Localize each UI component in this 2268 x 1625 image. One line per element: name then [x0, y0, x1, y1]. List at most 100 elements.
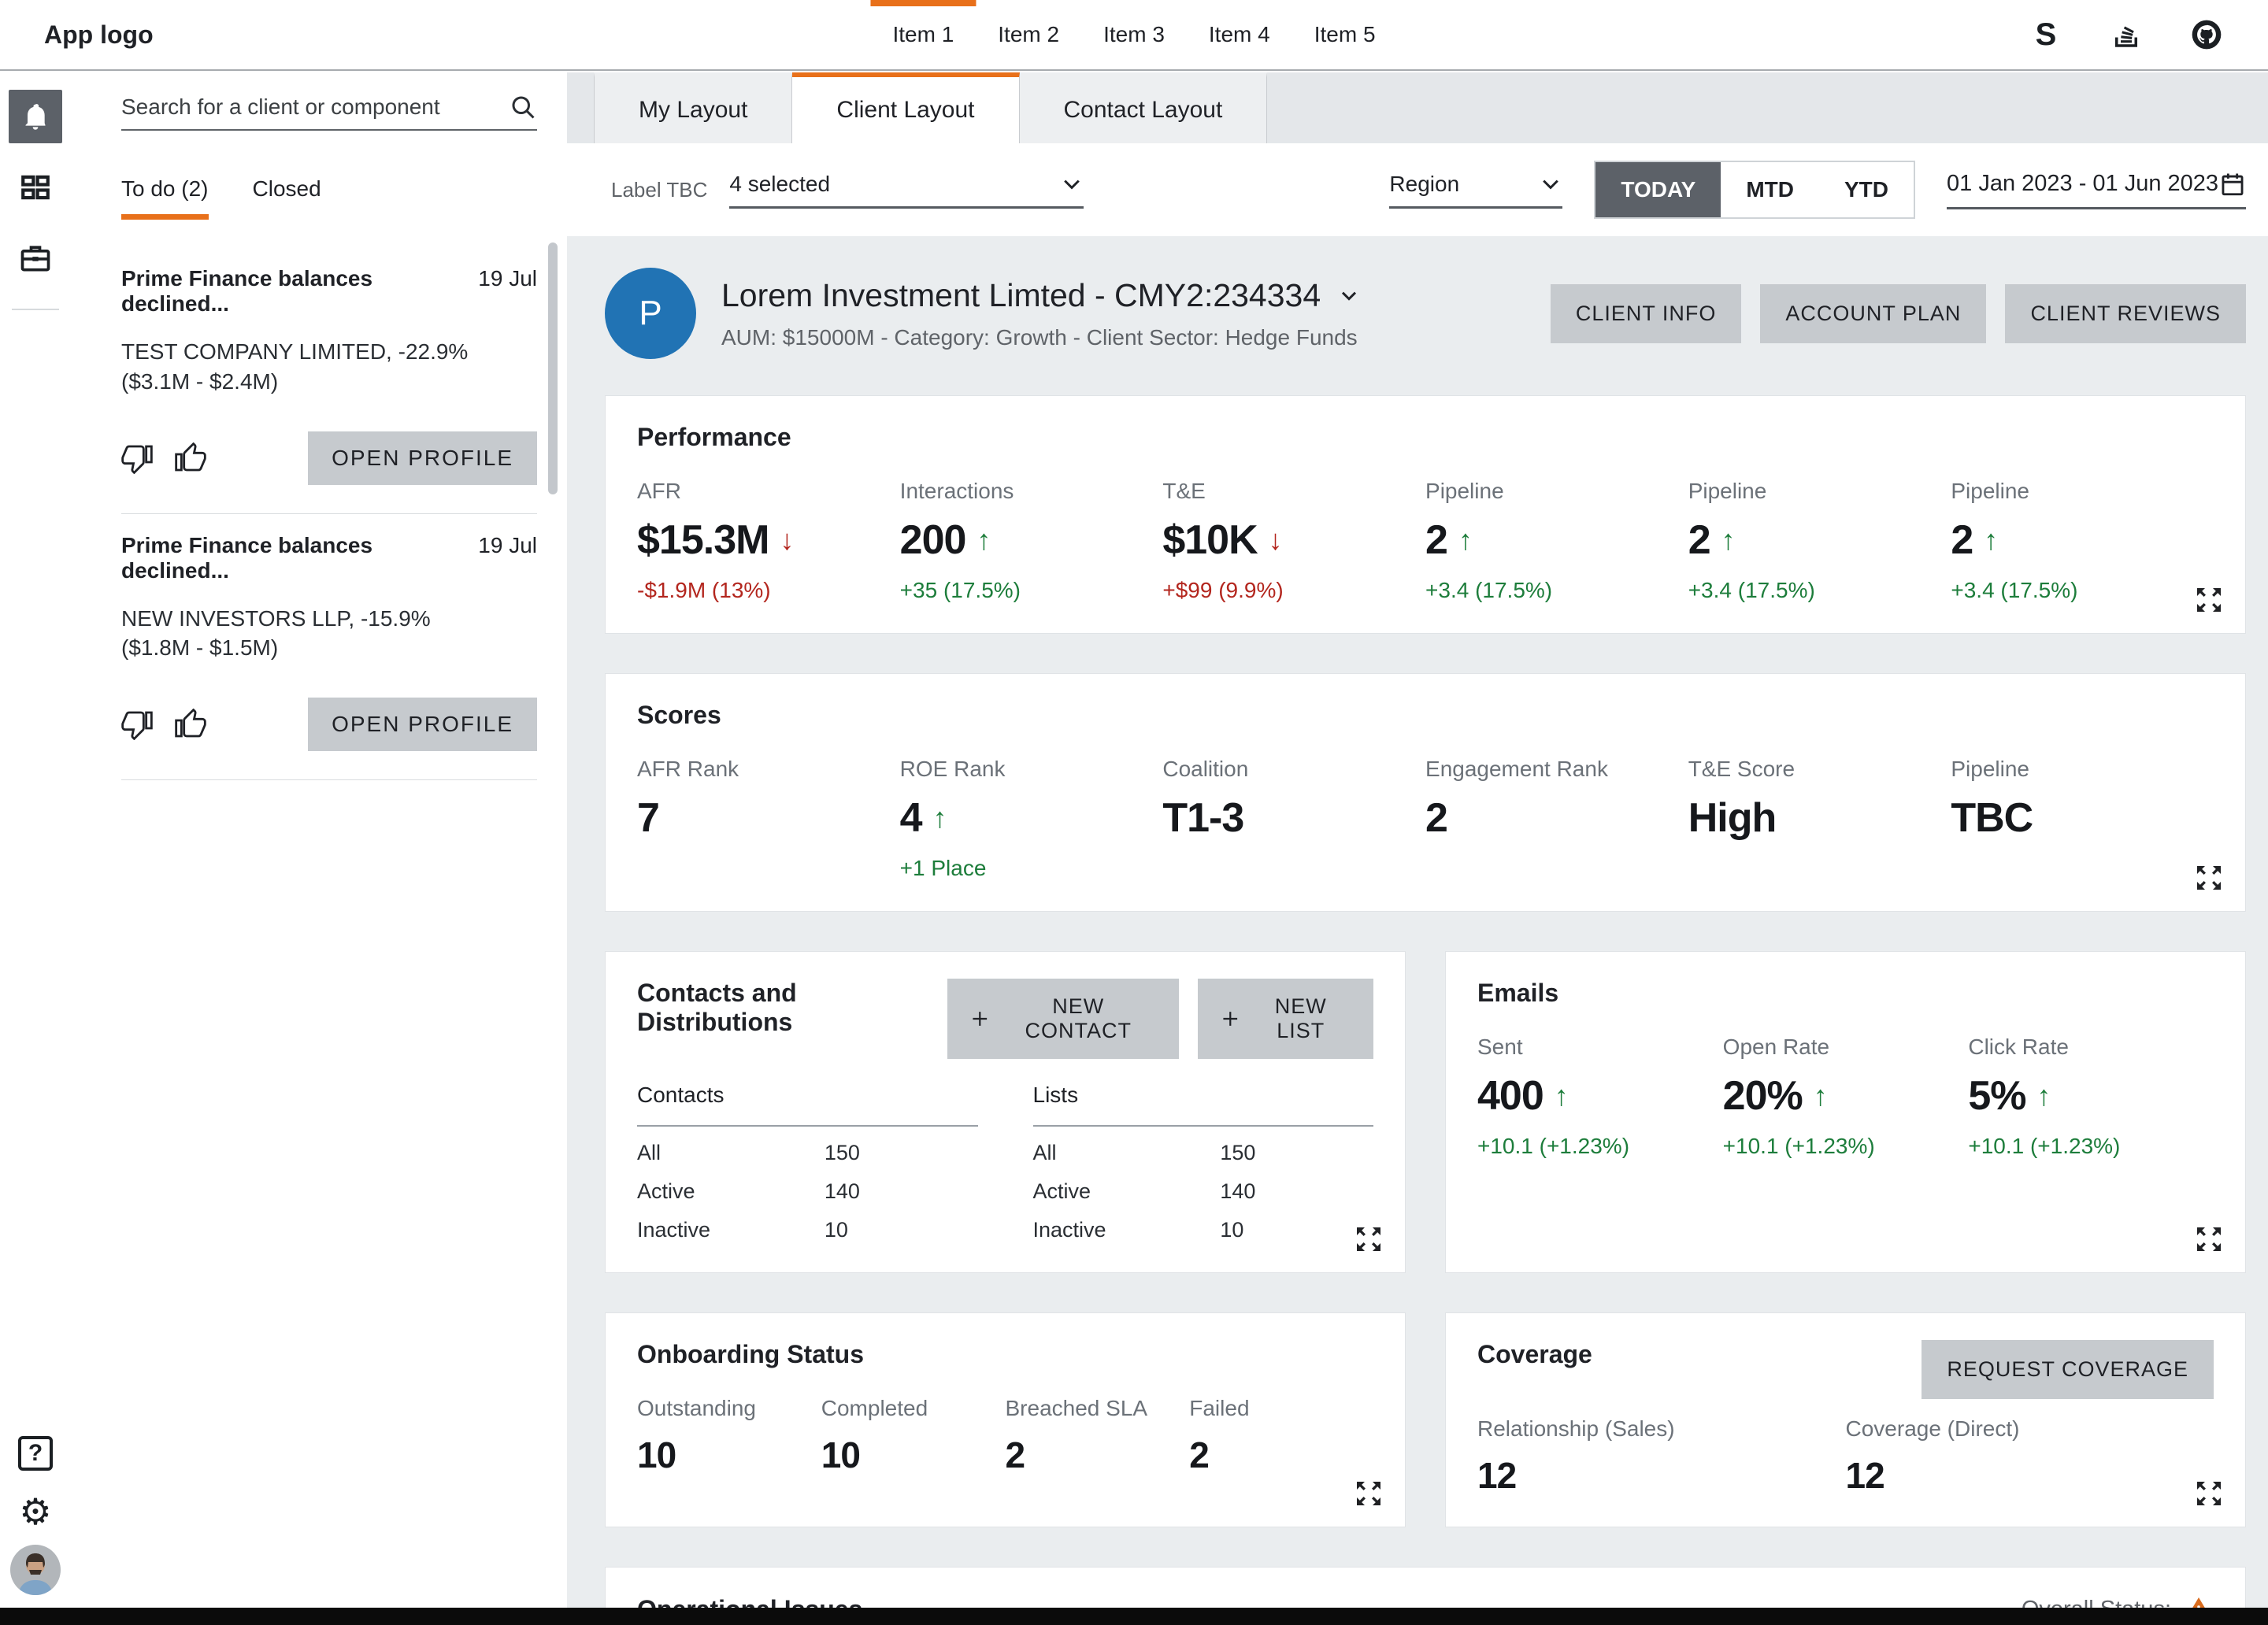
expand-button[interactable]: [1353, 1223, 1384, 1255]
period-ytd[interactable]: YTD: [1819, 162, 1914, 217]
search-icon[interactable]: [509, 93, 537, 121]
new-list-button[interactable]: NEW LIST: [1198, 979, 1373, 1059]
expand-button[interactable]: [1353, 1478, 1384, 1509]
metric-relationship-sales: Relationship (Sales) 12: [1477, 1416, 1846, 1497]
label-multiselect[interactable]: 4 selected: [729, 172, 1084, 209]
metric-coverage-direct: Coverage (Direct) 12: [1846, 1416, 2214, 1497]
overall-status-label: Overall Status:: [2022, 1597, 2171, 1608]
notifications-rail-button[interactable]: [9, 90, 62, 143]
tab-closed[interactable]: Closed: [253, 176, 321, 220]
metric-te-score: T&E Score High: [1688, 757, 1951, 881]
coverage-card: Coverage REQUEST COVERAGE Relationship (…: [1445, 1312, 2246, 1527]
thumbs-down-button[interactable]: [121, 442, 153, 474]
tab-my-layout[interactable]: My Layout: [594, 72, 792, 143]
settings-button[interactable]: ⚙: [9, 1485, 62, 1538]
open-profile-button[interactable]: OPEN PROFILE: [308, 698, 537, 751]
card-title: Operational Issues: [637, 1595, 862, 1608]
card-title: Scores: [637, 701, 2214, 730]
help-icon: ?: [18, 1436, 53, 1471]
open-profile-button[interactable]: OPEN PROFILE: [308, 431, 537, 485]
notification-date: 19 Jul: [478, 533, 537, 558]
thumbs-down-icon: [121, 709, 153, 740]
request-coverage-button[interactable]: REQUEST COVERAGE: [1922, 1340, 2214, 1399]
nav-item-4[interactable]: Item 4: [1187, 0, 1292, 69]
metric-coalition: Coalition T1-3: [1162, 757, 1425, 881]
thumbs-up-button[interactable]: [175, 442, 206, 474]
stack-overflow-icon[interactable]: [2109, 17, 2144, 52]
metric-afr-rank: AFR Rank 7: [637, 757, 900, 881]
skype-icon[interactable]: S: [2029, 17, 2063, 52]
user-avatar[interactable]: [9, 1543, 62, 1597]
expand-button[interactable]: [2193, 584, 2225, 616]
top-bar: App logo Item 1 Item 2 Item 3 Item 4 Ite…: [0, 0, 2268, 71]
performance-card: Performance AFR $15.3M↓ -$1.9M (13%) Int…: [605, 395, 2246, 634]
tab-todo[interactable]: To do (2): [121, 176, 209, 220]
tab-client-layout[interactable]: Client Layout: [792, 72, 1019, 143]
thumbs-up-button[interactable]: [175, 709, 206, 740]
portfolio-rail-button[interactable]: [9, 231, 62, 285]
metric-interactions: Interactions 200↑ +35 (17.5%): [900, 479, 1163, 603]
rail-bottom: ? ⚙: [0, 1427, 71, 1597]
dashboard: P Lorem Investment Limted - CMY2:234334 …: [567, 236, 2268, 1608]
table-row: Active140: [637, 1179, 978, 1204]
client-reviews-button[interactable]: CLIENT REVIEWS: [2005, 284, 2246, 343]
search-input[interactable]: [121, 94, 509, 120]
layout-tab-bar: My Layout Client Layout Contact Layout: [567, 72, 2268, 143]
metric-te: T&E $10K↓ +$99 (9.9%): [1162, 479, 1425, 603]
trend-up-icon: ↑: [1814, 1079, 1828, 1112]
metric-pipeline-score: Pipeline TBC: [1951, 757, 2214, 881]
search-field: [121, 93, 537, 131]
nav-item-3[interactable]: Item 3: [1081, 0, 1187, 69]
nav-item-2[interactable]: Item 2: [976, 0, 1081, 69]
notification-title: Prime Finance balances declined...: [121, 533, 436, 583]
account-plan-button[interactable]: ACCOUNT PLAN: [1760, 284, 1986, 343]
client-subtitle: AUM: $15000M - Category: Growth - Client…: [721, 325, 1362, 350]
new-contact-button[interactable]: NEW CONTACT: [947, 979, 1179, 1059]
trend-up-icon: ↑: [1555, 1079, 1569, 1112]
metric-breached-sla: Breached SLA 2: [1006, 1396, 1190, 1476]
filter-bar: Label TBC 4 selected Region TODAY MTD YT…: [567, 143, 2268, 236]
grid-icon: [19, 171, 52, 204]
filter-label: Label TBC: [611, 178, 707, 202]
region-select[interactable]: Region: [1389, 172, 1562, 209]
table-row: All150: [1033, 1141, 1374, 1165]
tab-contact-layout[interactable]: Contact Layout: [1020, 72, 1268, 143]
table-row: Inactive10: [1033, 1218, 1374, 1242]
thumbs-down-button[interactable]: [121, 709, 153, 740]
notification-title: Prime Finance balances declined...: [121, 266, 436, 316]
metric-completed: Completed 10: [821, 1396, 1006, 1476]
sidebar-scrollbar[interactable]: [548, 242, 558, 494]
lists-table: Lists All150 Active140 Inactive10: [1033, 1083, 1374, 1242]
metric-engagement-rank: Engagement Rank 2: [1425, 757, 1688, 881]
period-mtd[interactable]: MTD: [1721, 162, 1819, 217]
date-range-picker[interactable]: 01 Jan 2023 - 01 Jun 2023: [1947, 171, 2246, 209]
client-info-button[interactable]: CLIENT INFO: [1551, 284, 1742, 343]
client-header: P Lorem Investment Limted - CMY2:234334 …: [605, 268, 2246, 359]
plus-icon: [969, 1008, 991, 1030]
table-row: Inactive10: [637, 1218, 978, 1242]
metric-pipeline: Pipeline 2↑ +3.4 (17.5%): [1951, 479, 2214, 603]
trend-down-icon: ↓: [1269, 524, 1283, 557]
client-title: Lorem Investment Limted - CMY2:234334: [721, 277, 1321, 314]
scores-card: Scores AFR Rank 7 ROE Rank 4↑ +1 Place C…: [605, 673, 2246, 912]
thumbs-down-icon: [121, 442, 153, 474]
period-today[interactable]: TODAY: [1595, 162, 1721, 217]
expand-icon: [2193, 584, 2225, 616]
expand-button[interactable]: [2193, 1478, 2225, 1509]
warning-triangle-icon: [2184, 1594, 2214, 1608]
top-bar-icons: S: [2029, 0, 2224, 69]
avatar-photo: [10, 1545, 61, 1595]
expand-button[interactable]: [2193, 1223, 2225, 1255]
footer-bar: [0, 1608, 2268, 1625]
nav-item-1[interactable]: Item 1: [870, 0, 976, 69]
apps-rail-button[interactable]: [9, 161, 62, 214]
github-icon[interactable]: [2189, 17, 2224, 52]
help-button[interactable]: ?: [9, 1427, 62, 1480]
left-rail: ? ⚙: [0, 72, 71, 1608]
expand-button[interactable]: [2193, 862, 2225, 894]
notification-date: 19 Jul: [478, 266, 537, 291]
nav-item-5[interactable]: Item 5: [1292, 0, 1398, 69]
expand-icon: [2193, 1478, 2225, 1509]
client-avatar: P: [605, 268, 696, 359]
client-selector-chevron-icon[interactable]: [1336, 283, 1362, 308]
